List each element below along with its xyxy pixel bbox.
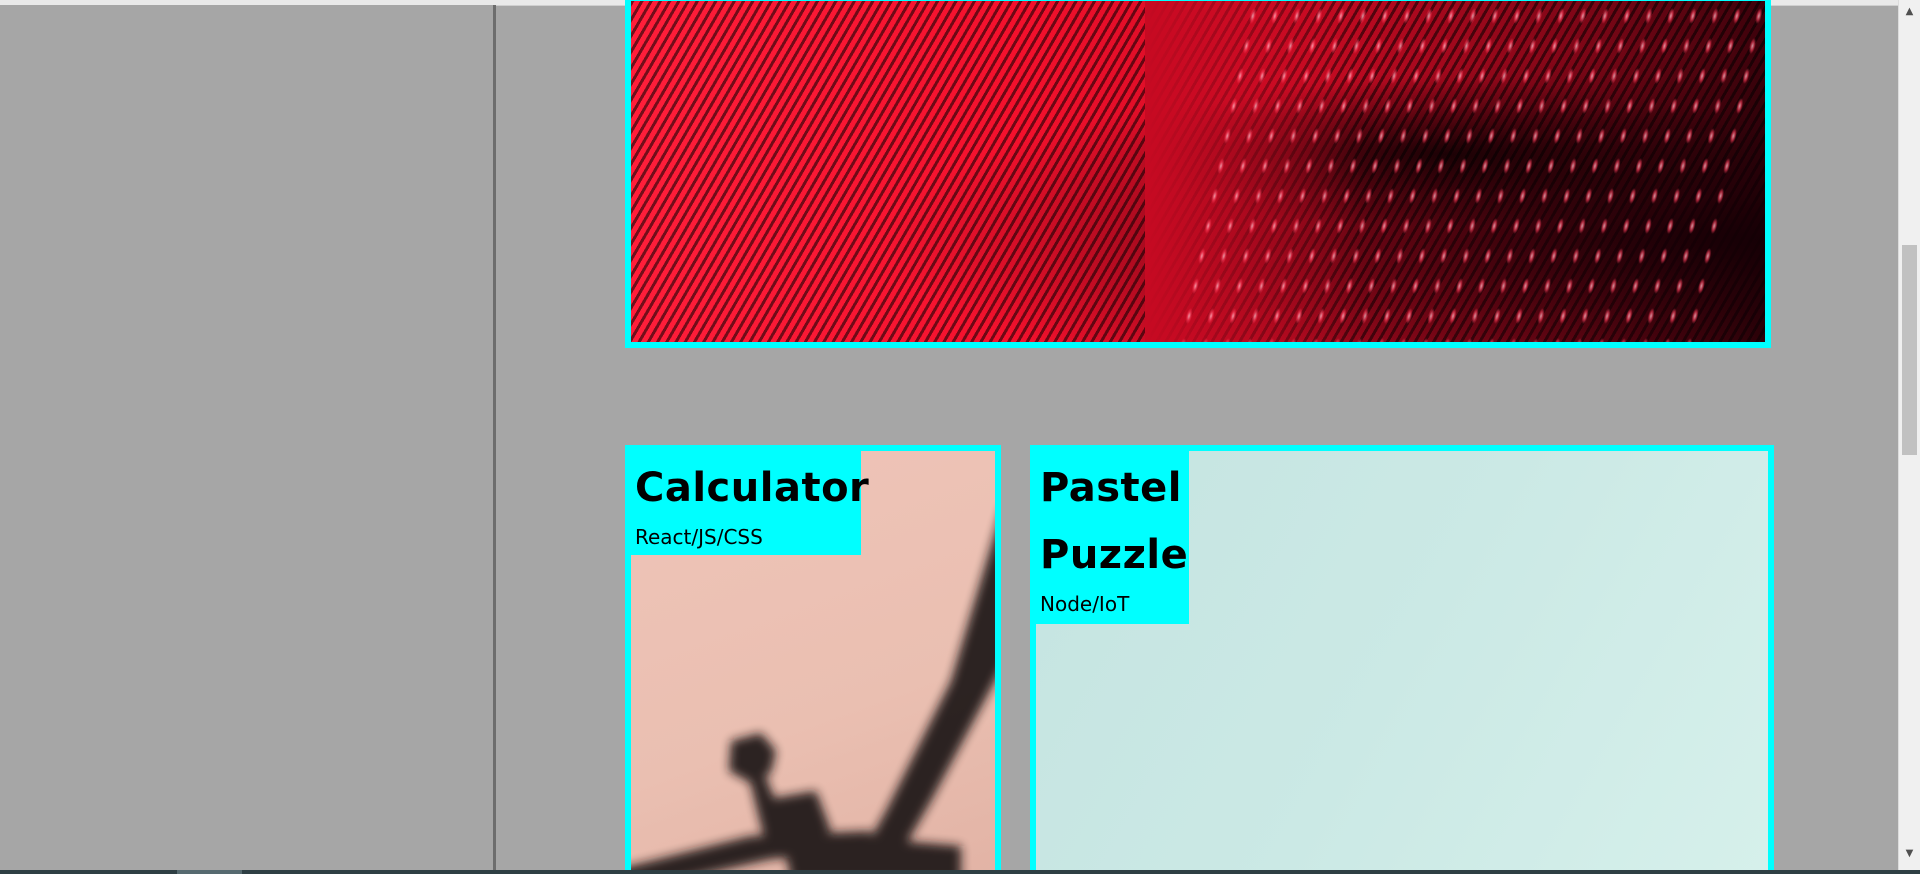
project-title: Calculator: [635, 465, 870, 511]
led-wall-image-dots: [1172, 1, 1765, 342]
vertical-scrollbar[interactable]: ▲ ▼: [1898, 0, 1920, 874]
taskbar-edge: [0, 870, 1920, 874]
featured-project-card[interactable]: [625, 0, 1771, 348]
sidebar-panel: [0, 5, 496, 870]
project-tech-stack: Node/IoT: [1040, 592, 1130, 616]
scroll-down-arrow-icon[interactable]: ▼: [1899, 844, 1920, 862]
scrollbar-thumb[interactable]: [1902, 245, 1917, 455]
scroll-up-arrow-icon[interactable]: ▲: [1899, 2, 1920, 20]
project-card-pastel-puzzle[interactable]: Pastel Puzzle Node/IoT: [1030, 445, 1774, 874]
project-tech-stack: React/JS/CSS: [635, 525, 763, 549]
taskbar-edge-segment: [177, 870, 242, 874]
page-viewport: Calculator React/JS/CSS Pastel Puzzle No…: [0, 0, 1920, 874]
project-card-calculator[interactable]: Calculator React/JS/CSS: [625, 445, 1001, 874]
pastel-puzzle-label: Pastel Puzzle Node/IoT: [1036, 451, 1189, 624]
calculator-label: Calculator React/JS/CSS: [631, 451, 870, 555]
project-title: Pastel Puzzle: [1040, 465, 1189, 578]
projects-section: Calculator React/JS/CSS Pastel Puzzle No…: [496, 0, 1898, 874]
